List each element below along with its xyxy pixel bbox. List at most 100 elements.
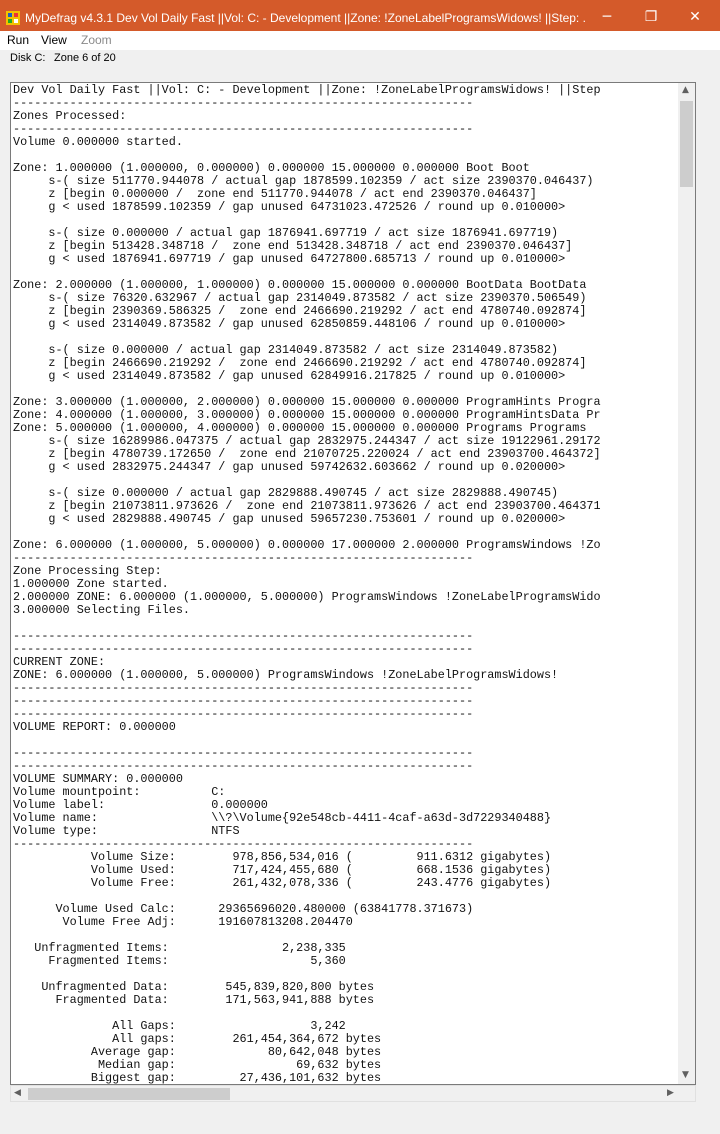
log-line: z [begin 2390369.586325 / zone end 24666… [13,305,587,318]
log-line: s-( size 0.000000 / actual gap 2314049.8… [13,344,559,357]
log-line: g < used 2829888.490745 / gap unused 596… [13,513,566,526]
log-line: Zone: 5.000000 (1.000000, 4.000000) 0.00… [13,422,587,435]
horizontal-scroll-thumb[interactable] [28,1088,230,1100]
log-line: ----------------------------------------… [13,838,474,851]
log-line: ----------------------------------------… [13,123,474,136]
log-line: CURRENT ZONE: [13,656,106,669]
log-line: All gaps: 261,454,364,672 bytes [13,1033,382,1046]
maximize-button[interactable]: ❐ [628,4,674,31]
vertical-scroll-thumb[interactable] [680,101,693,187]
log-line: g < used 2314049.873582 / gap unused 628… [13,318,566,331]
minimize-button[interactable]: ─ [584,4,630,31]
log-line: Volume type: NTFS [13,825,240,838]
log-line: Volume Free: 261,432,078,336 ( 243.4776 … [13,877,552,890]
log-line: g < used 2832975.244347 / gap unused 597… [13,461,566,474]
log-line: Unfragmented Data: 545,839,820,800 bytes [13,981,375,994]
scroll-left-icon[interactable]: ◀ [14,1088,21,1098]
log-line: ZONE: 6.000000 (1.000000, 5.000000) Prog… [13,669,559,682]
log-line: ----------------------------------------… [13,695,474,708]
close-button[interactable]: ✕ [672,4,718,31]
log-line: s-( size 0.000000 / actual gap 2829888.4… [13,487,559,500]
log-line: 2.000000 ZONE: 6.000000 (1.000000, 5.000… [13,591,601,604]
log-line: Volume Size: 978,856,534,016 ( 911.6312 … [13,851,552,864]
log-line: ----------------------------------------… [13,643,474,656]
log-line: Zone Processing Step: [13,565,162,578]
log-line: Zone: 4.000000 (1.000000, 3.000000) 0.00… [13,409,601,422]
log-line: z [begin 4780739.172650 / zone end 21070… [13,448,601,461]
log-line: 1.000000 Zone started. [13,578,169,591]
scroll-right-icon[interactable]: ▶ [667,1088,674,1098]
menu-run[interactable]: Run [7,33,29,47]
log-line: VOLUME SUMMARY: 0.000000 [13,773,183,786]
log-line: Volume Used Calc: 29365696020.480000 (63… [13,903,474,916]
log-console[interactable]: Dev Vol Daily Fast ||Vol: C: - Developme… [10,82,696,1085]
log-line: Volume mountpoint: C: [13,786,226,799]
log-line: Volume Free Adj: 191607813208.204470 [13,916,353,929]
log-line: ----------------------------------------… [13,97,474,110]
disk-status-bar: Disk C: Zone 6 of 20 [0,50,720,67]
vertical-scrollbar[interactable]: ▲ ▼ [678,83,695,1084]
log-line: VOLUME REPORT: 0.000000 [13,721,176,734]
log-line: s-( size 16289986.047375 / actual gap 28… [13,435,601,448]
log-line: 3.000000 Selecting Files. [13,604,190,617]
log-line: ----------------------------------------… [13,747,474,760]
log-line: g < used 2314049.873582 / gap unused 628… [13,370,566,383]
log-line: Zone: 2.000000 (1.000000, 1.000000) 0.00… [13,279,587,292]
log-line: Volume Used: 717,424,455,680 ( 668.1536 … [13,864,552,877]
log-line: Fragmented Items: 5,360 [13,955,346,968]
title-bar: MyDefrag v4.3.1 Dev Vol Daily Fast ||Vol… [0,0,720,31]
log-line: ----------------------------------------… [13,708,474,721]
log-line: Volume 0.000000 started. [13,136,183,149]
log-line: z [begin 0.000000 / zone end 511770.9440… [13,188,537,201]
app-icon [6,11,20,25]
log-line: Zone: 6.000000 (1.000000, 5.000000) 0.00… [13,539,601,552]
log-line: Dev Vol Daily Fast ||Vol: C: - Developme… [13,84,601,97]
log-line: Zones Processed: [13,110,127,123]
log-text: Dev Vol Daily Fast ||Vol: C: - Developme… [13,84,677,1084]
log-line: Average gap: 80,642,048 bytes [13,1046,382,1059]
log-line: Median gap: 69,632 bytes [13,1059,382,1072]
log-line: Volume label: 0.000000 [13,799,268,812]
log-line: z [begin 513428.348718 / zone end 513428… [13,240,573,253]
menu-bar: Run View Zoom [0,31,720,50]
log-line: z [begin 2466690.219292 / zone end 24666… [13,357,587,370]
disk-label: Disk C: [10,52,46,64]
log-line: All Gaps: 3,242 [13,1020,346,1033]
log-line: s-( size 0.000000 / actual gap 1876941.6… [13,227,559,240]
scroll-down-icon[interactable]: ▼ [682,1070,689,1080]
log-line: Volume name: \\?\Volume{92e548cb-4411-4c… [13,812,552,825]
log-line: ----------------------------------------… [13,552,474,565]
log-line: ----------------------------------------… [13,630,474,643]
scroll-corner [696,1085,720,1102]
log-line: Biggest gap: 27,436,101,632 bytes [13,1072,382,1084]
menu-view[interactable]: View [41,33,67,47]
log-line: g < used 1876941.697719 / gap unused 647… [13,253,566,266]
log-line: ----------------------------------------… [13,682,474,695]
menu-zoom[interactable]: Zoom [81,33,112,47]
log-line: Unfragmented Items: 2,238,335 [13,942,346,955]
horizontal-scrollbar[interactable]: ◀ ▶ [10,1085,696,1102]
log-line: g < used 1878599.102359 / gap unused 647… [13,201,566,214]
log-line: Zone: 3.000000 (1.000000, 2.000000) 0.00… [13,396,601,409]
zone-progress: Zone 6 of 20 [54,52,116,64]
log-line: z [begin 21073811.973626 / zone end 2107… [13,500,601,513]
log-line: Fragmented Data: 171,563,941,888 bytes [13,994,375,1007]
window-title: MyDefrag v4.3.1 Dev Vol Daily Fast ||Vol… [25,11,585,25]
log-line: s-( size 76320.632967 / actual gap 23140… [13,292,587,305]
scroll-up-icon[interactable]: ▲ [682,85,689,95]
log-line: ----------------------------------------… [13,760,474,773]
log-line: s-( size 511770.944078 / actual gap 1878… [13,175,594,188]
